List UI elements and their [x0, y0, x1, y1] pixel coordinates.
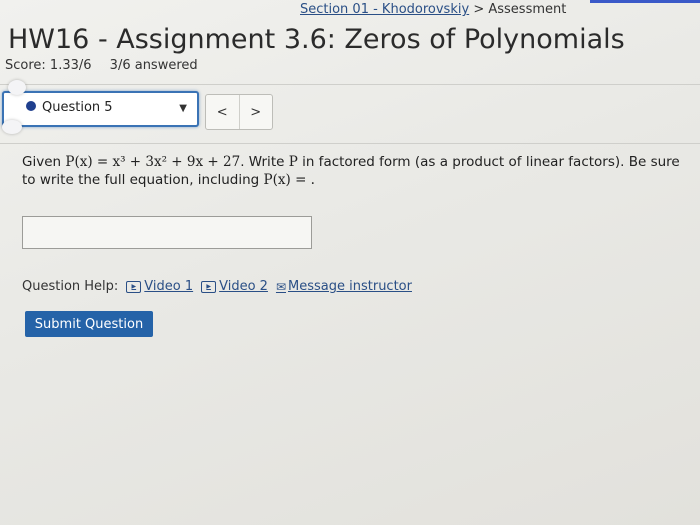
- breadcrumb-course-link[interactable]: Section 01 - Khodorovskiy: [300, 2, 469, 17]
- submit-question-button[interactable]: Submit Question: [25, 311, 153, 337]
- video-2-link[interactable]: ▶ Video 2: [201, 279, 268, 294]
- screen-glare: [8, 80, 26, 95]
- question-help: Question Help: ▶ Video 1 ▶ Video 2 ✉ Messag…: [22, 279, 420, 294]
- score-value: Score: 1.33/6: [5, 58, 92, 73]
- function-definition: P(x) = x³ + 3x² + 9x + 27: [65, 154, 241, 170]
- divider: [0, 84, 700, 85]
- function-variable: P: [288, 154, 298, 170]
- divider: [0, 143, 700, 144]
- question-nav: < >: [205, 94, 273, 130]
- page-title: HW16 - Assignment 3.6: Zeros of Polynomi…: [8, 24, 625, 55]
- breadcrumb-separator: >: [473, 2, 485, 17]
- question-select[interactable]: Question 5 ▼: [2, 91, 199, 127]
- chevron-down-icon: ▼: [179, 103, 187, 114]
- video-2-label: Video 2: [219, 279, 268, 294]
- question-status-dot: [26, 101, 36, 111]
- answer-input[interactable]: [22, 216, 312, 249]
- video-1-label: Video 1: [144, 279, 194, 294]
- topbar-accent: [590, 0, 700, 3]
- question-text: Given P(x) = x³ + 3x² + 9x + 27. Write P…: [22, 153, 682, 189]
- answered-count: 3/6 answered: [109, 58, 198, 73]
- prev-question-button[interactable]: <: [206, 95, 239, 129]
- video-play-icon: ▶: [201, 280, 217, 293]
- message-instructor-label: Message instructor: [288, 279, 412, 294]
- question-help-label: Question Help:: [22, 279, 119, 294]
- score-line: Score: 1.33/6 3/6 answered: [5, 58, 198, 73]
- screen-glare: [2, 120, 22, 134]
- question-instruction: . Write: [240, 154, 289, 170]
- message-instructor-link[interactable]: ✉ Message instructor: [276, 279, 412, 294]
- video-1-link[interactable]: ▶ Video 1: [126, 279, 193, 294]
- video-play-icon: ▶: [126, 280, 142, 293]
- envelope-icon: ✉: [275, 279, 287, 294]
- question-given: Given: [22, 154, 66, 170]
- next-question-button[interactable]: >: [238, 95, 273, 129]
- breadcrumb-current: Assessment: [488, 2, 567, 17]
- breadcrumb: Section 01 - Khodorovskiy > Assessment: [300, 2, 566, 17]
- question-select-label: Question 5: [42, 100, 113, 115]
- equation-start: P(x) = .: [263, 172, 315, 188]
